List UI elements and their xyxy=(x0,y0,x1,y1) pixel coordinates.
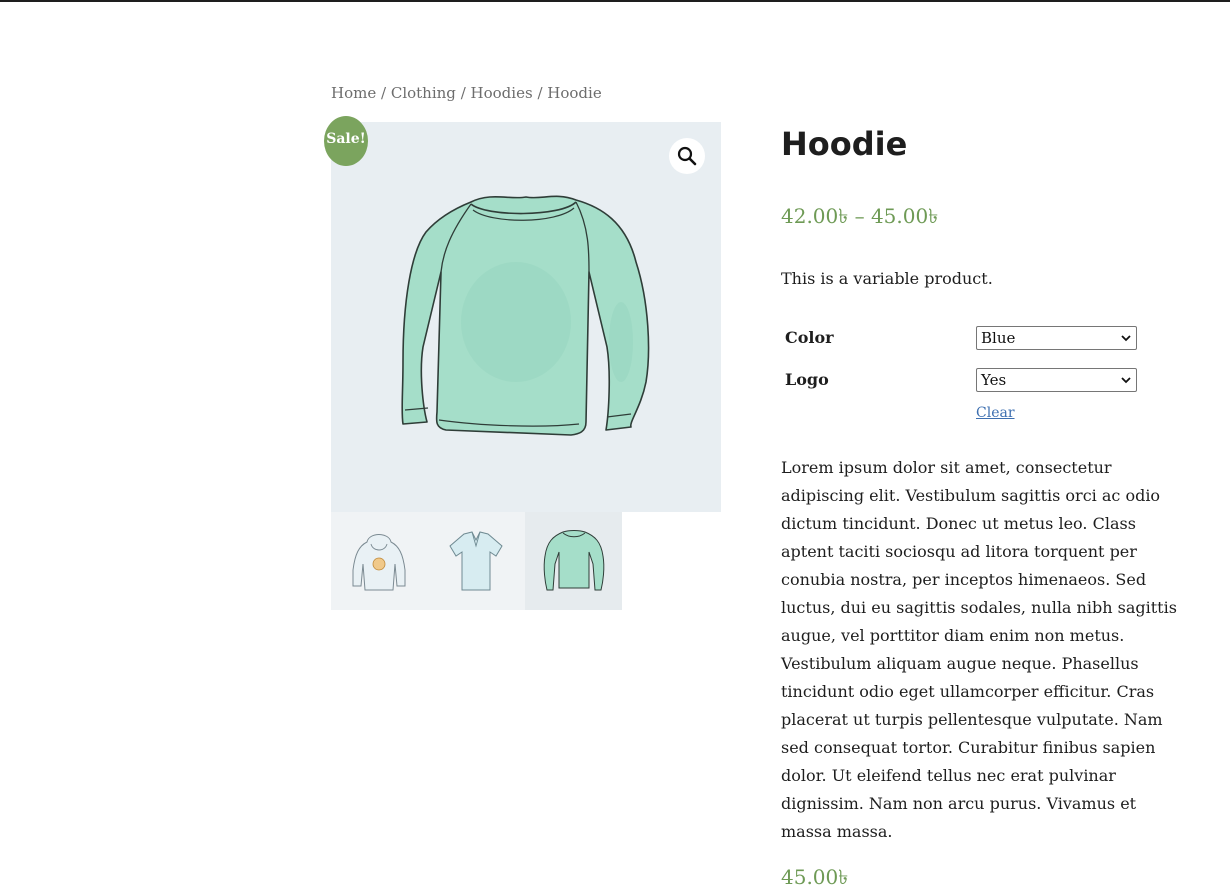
breadcrumb: Home / Clothing / Hoodies / Hoodie xyxy=(331,83,602,103)
top-border xyxy=(0,0,1230,2)
chevron-down-icon xyxy=(1121,335,1131,342)
chevron-down-icon xyxy=(1121,377,1131,384)
breadcrumb-separator: / xyxy=(537,84,543,102)
product-main-image[interactable] xyxy=(331,122,721,512)
polo-thumbnail xyxy=(449,531,503,591)
sale-badge: Sale! xyxy=(324,116,368,166)
short-description: This is a variable product. xyxy=(781,269,993,288)
clear-variations-link[interactable]: Clear xyxy=(976,404,1015,422)
magnifier-icon xyxy=(677,146,697,166)
long-sleeve-shirt-image xyxy=(401,195,650,436)
variation-price: 45.00৳ xyxy=(781,865,849,889)
breadcrumb-separator: / xyxy=(460,84,466,102)
logo-select-value: Yes xyxy=(981,371,1007,389)
product-title: Hoodie xyxy=(781,125,908,163)
color-select-value: Blue xyxy=(981,329,1016,347)
thumbnail-polo[interactable] xyxy=(428,512,525,610)
zoom-button[interactable] xyxy=(669,138,705,174)
breadcrumb-clothing[interactable]: Clothing xyxy=(391,84,456,102)
breadcrumb-home[interactable]: Home xyxy=(331,84,376,102)
thumbnail-hoodie[interactable] xyxy=(331,512,428,610)
breadcrumb-separator: / xyxy=(381,84,387,102)
logo-select[interactable]: Yes xyxy=(976,368,1137,392)
long-sleeve-thumbnail xyxy=(543,530,605,591)
breadcrumb-current: Hoodie xyxy=(547,84,602,102)
thumbnail-gallery xyxy=(331,512,623,610)
breadcrumb-hoodies[interactable]: Hoodies xyxy=(471,84,533,102)
logo-label: Logo xyxy=(785,370,829,389)
color-select[interactable]: Blue xyxy=(976,326,1137,350)
price-max: 45.00৳ xyxy=(870,204,939,228)
price-range: 42.00৳ – 45.00৳ xyxy=(781,202,938,230)
long-description: Lorem ipsum dolor sit amet, consectetur … xyxy=(781,458,1177,841)
hoodie-thumbnail xyxy=(352,534,406,591)
price-min: 42.00৳ xyxy=(781,204,849,228)
color-label: Color xyxy=(785,328,834,347)
price-dash: – xyxy=(854,204,865,228)
thumbnail-long-sleeve[interactable] xyxy=(525,512,622,610)
